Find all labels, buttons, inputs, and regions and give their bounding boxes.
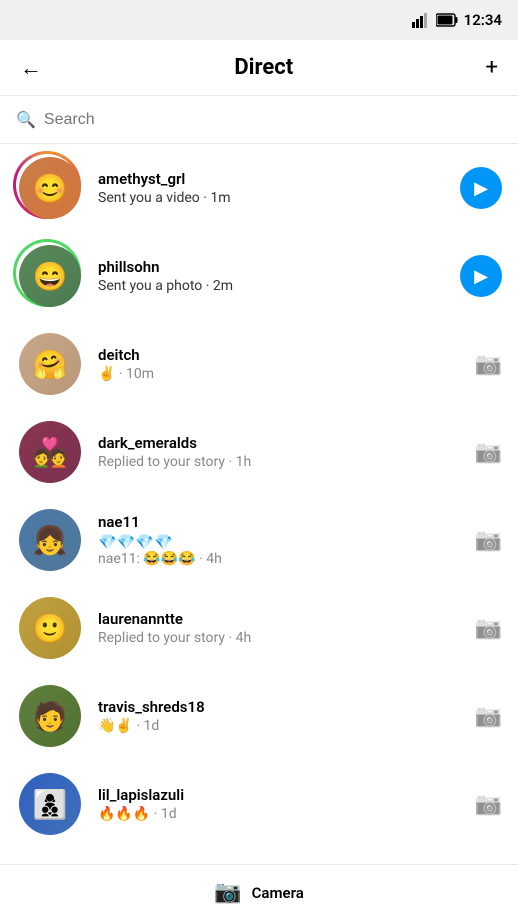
message-action[interactable]: 📷 xyxy=(475,528,502,553)
message-content: travis_shreds18 👋✌️ · 1d xyxy=(98,698,463,734)
message-content: lil_lapislazuli 🔥🔥🔥 · 1d xyxy=(98,786,463,822)
play-button[interactable]: ▶ xyxy=(460,255,502,297)
status-icons: 12:34 xyxy=(412,11,502,29)
status-time: 12:34 xyxy=(464,11,502,29)
page-title: Direct xyxy=(234,55,293,80)
message-preview-line2: nae11: 😂😂😂 · 4h xyxy=(98,551,463,567)
list-item[interactable]: 🙂 laurenanntte Replied to your story · 4h 📷 xyxy=(0,584,518,672)
status-bar: 12:34 xyxy=(0,0,518,40)
message-username: amethyst_grl xyxy=(98,170,448,188)
camera-label: Camera xyxy=(252,884,304,902)
list-item[interactable]: 👧 nae11 💎💎💎💎nae11: 😂😂😂 · 4h 📷 xyxy=(0,496,518,584)
message-content: phillsohn Sent you a photo · 2m xyxy=(98,258,448,294)
message-username: lil_lapislazuli xyxy=(98,786,463,804)
message-preview: Sent you a photo · 2m xyxy=(98,278,448,294)
play-button[interactable]: ▶ xyxy=(460,167,502,209)
message-action[interactable]: 📷 xyxy=(475,440,502,465)
message-preview: Replied to your story · 4h xyxy=(98,630,463,646)
camera-icon[interactable]: 📷 xyxy=(475,440,502,465)
list-item[interactable]: 👩‍👦‍👦 lil_lapislazuli 🔥🔥🔥 · 1d 📷 xyxy=(0,760,518,848)
battery-icon xyxy=(436,13,458,27)
message-list: 😊 amethyst_grl Sent you a video · 1m ▶ 😄 phil… xyxy=(0,144,518,864)
list-item[interactable]: 😊 amethyst_grl Sent you a video · 1m ▶ xyxy=(0,144,518,232)
list-item[interactable]: 🤗 deitch ✌️ · 10m 📷 xyxy=(0,320,518,408)
message-content: deitch ✌️ · 10m xyxy=(98,346,463,382)
message-action[interactable]: ▶ xyxy=(460,255,502,297)
search-icon: 🔍 xyxy=(16,110,36,129)
list-item[interactable]: 🧑 travis_shreds18 👋✌️ · 1d 📷 xyxy=(0,672,518,760)
message-action[interactable]: 📷 xyxy=(475,352,502,377)
signal-icon xyxy=(412,12,430,28)
message-username: laurenanntte xyxy=(98,610,463,628)
message-action[interactable]: 📷 xyxy=(475,792,502,817)
camera-icon[interactable]: 📷 xyxy=(475,792,502,817)
message-preview: 👋✌️ · 1d xyxy=(98,718,463,734)
camera-icon[interactable]: 📷 xyxy=(475,704,502,729)
message-username: nae11 xyxy=(98,513,463,531)
search-input[interactable] xyxy=(44,111,502,129)
camera-icon[interactable]: 📷 xyxy=(475,528,502,553)
camera-icon[interactable]: 📷 xyxy=(475,352,502,377)
message-action[interactable]: ▶ xyxy=(460,167,502,209)
message-content: nae11 💎💎💎💎nae11: 😂😂😂 · 4h xyxy=(98,513,463,567)
message-preview-line1: 💎💎💎💎 xyxy=(98,533,463,551)
camera-bottom-icon: 📷 xyxy=(214,880,241,905)
avatar: 😊 xyxy=(16,154,84,222)
message-content: amethyst_grl Sent you a video · 1m xyxy=(98,170,448,206)
avatar: 🧑 xyxy=(16,682,84,750)
message-username: phillsohn xyxy=(98,258,448,276)
back-button[interactable]: ← xyxy=(16,51,46,85)
avatar: 💑 xyxy=(16,418,84,486)
message-action[interactable]: 📷 xyxy=(475,704,502,729)
add-button[interactable]: + xyxy=(482,51,502,84)
list-item[interactable]: 💑 dark_emeralds Replied to your story · 1h… xyxy=(0,408,518,496)
avatar: 😄 xyxy=(16,242,84,310)
avatar: 🤗 xyxy=(16,330,84,398)
message-username: dark_emeralds xyxy=(98,434,463,452)
camera-icon[interactable]: 📷 xyxy=(475,616,502,641)
avatar: 👩‍👦‍👦 xyxy=(16,770,84,838)
message-username: deitch xyxy=(98,346,463,364)
search-bar: 🔍 xyxy=(0,96,518,144)
message-preview: Replied to your story · 1h xyxy=(98,454,463,470)
message-username: travis_shreds18 xyxy=(98,698,463,716)
header: ← Direct + xyxy=(0,40,518,96)
message-preview: 🔥🔥🔥 · 1d xyxy=(98,806,463,822)
message-content: dark_emeralds Replied to your story · 1h xyxy=(98,434,463,470)
list-item[interactable]: 😄 phillsohn Sent you a photo · 2m ▶ xyxy=(0,232,518,320)
message-content: laurenanntte Replied to your story · 4h xyxy=(98,610,463,646)
message-action[interactable]: 📷 xyxy=(475,616,502,641)
message-preview: Sent you a video · 1m xyxy=(98,190,448,206)
avatar: 👧 xyxy=(16,506,84,574)
bottom-nav[interactable]: 📷 Camera xyxy=(0,864,518,920)
avatar: 🙂 xyxy=(16,594,84,662)
message-preview: ✌️ · 10m xyxy=(98,366,463,382)
